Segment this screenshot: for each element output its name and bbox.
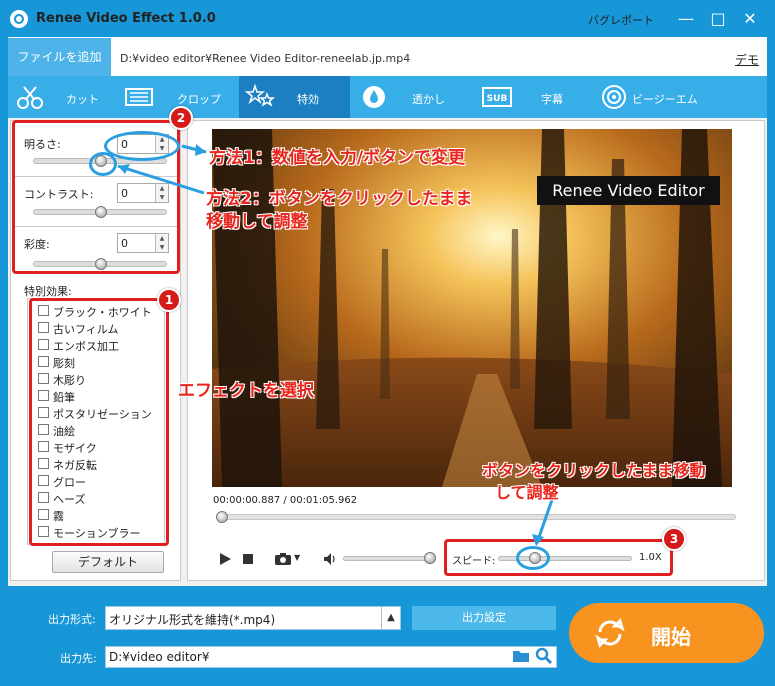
annotation-select-effect: エフェクトを選択 xyxy=(178,381,314,401)
tab-effects-label: 特効 xyxy=(297,93,319,106)
play-icon[interactable] xyxy=(218,552,232,566)
tab-crop-label: クロップ xyxy=(177,93,221,106)
destination-value: D:¥video editor¥ xyxy=(109,650,210,664)
close-button[interactable]: ✕ xyxy=(739,8,761,30)
progress-slider-thumb[interactable] xyxy=(216,511,228,523)
search-icon[interactable] xyxy=(535,647,553,665)
volume-icon[interactable] xyxy=(323,552,337,566)
annotation-speed-line2: して調整 xyxy=(495,483,559,502)
app-logo-icon xyxy=(10,10,28,28)
subtitle-icon: SUB xyxy=(482,87,512,107)
add-file-button[interactable]: ファイルを追加 xyxy=(8,38,111,76)
demo-link[interactable]: デモ xyxy=(735,51,759,68)
volume-slider[interactable] xyxy=(343,556,431,561)
triangle-up-icon[interactable]: ▲ xyxy=(381,607,400,629)
stop-icon[interactable] xyxy=(241,552,255,566)
default-button[interactable]: デフォルト xyxy=(52,551,164,573)
scissors-icon xyxy=(17,86,43,109)
annotation-box-speed xyxy=(444,539,673,576)
app-title: Renee Video Effect 1.0.0 xyxy=(36,11,216,26)
annotation-badge-3: 3 xyxy=(662,527,686,551)
camera-icon[interactable] xyxy=(274,552,292,566)
bug-report-link[interactable]: バグレポート xyxy=(588,12,654,28)
format-value: オリジナル形式を維持(*.mp4) xyxy=(109,613,276,627)
effects-title: 特別効果: xyxy=(24,285,72,298)
stars-icon xyxy=(245,84,276,107)
convert-icon xyxy=(595,618,625,648)
watermark-text: Renee Video Editor xyxy=(537,176,720,205)
tab-subtitle-label: 字幕 xyxy=(541,93,563,106)
drop-icon xyxy=(363,86,385,108)
minimize-button[interactable]: — xyxy=(675,8,697,30)
annotation-box-effects xyxy=(29,298,169,546)
annotation-method2-line1: 方法2：ボタンをクリックしたまま xyxy=(206,189,473,209)
crop-icon xyxy=(125,88,153,106)
time-display: 00:00:00.887 / 00:01:05.962 xyxy=(213,495,358,506)
tab-cut-label: カット xyxy=(66,93,99,106)
folder-icon[interactable] xyxy=(512,648,530,664)
progress-slider[interactable] xyxy=(218,514,736,520)
tab-bgm[interactable]: ビージーエム xyxy=(592,76,704,118)
annotation-badge-2: 2 xyxy=(169,106,193,130)
tab-subtitle[interactable]: SUB 字幕 xyxy=(475,76,592,118)
volume-slider-thumb[interactable] xyxy=(424,552,436,564)
annotation-oval-speed xyxy=(516,546,550,570)
annotation-oval-input xyxy=(104,131,180,161)
svg-text:SUB: SUB xyxy=(487,94,508,104)
annotation-oval-thumb xyxy=(89,152,117,176)
tab-bgm-label: ビージーエム xyxy=(632,93,698,106)
destination-label: 出力先: xyxy=(60,652,97,665)
tab-watermark-label: 透かし xyxy=(412,93,445,106)
start-button-label: 開始 xyxy=(651,625,691,649)
music-icon xyxy=(602,85,626,109)
annotation-method1: 方法1：数値を入力/ボタンで変更 xyxy=(209,148,466,168)
tab-cut[interactable]: カット xyxy=(8,76,117,118)
output-settings-button[interactable]: 出力設定 xyxy=(412,606,556,630)
annotation-method2-line2: 移動して調整 xyxy=(206,212,308,232)
dropdown-arrow-icon[interactable]: ▼ xyxy=(294,553,300,562)
annotation-badge-1: 1 xyxy=(157,288,181,312)
file-path: D:¥video editor¥Renee Video Editor-renee… xyxy=(120,52,411,65)
tab-effects[interactable]: 特効 xyxy=(239,76,350,118)
maximize-button[interactable]: □ xyxy=(707,8,729,30)
tab-watermark[interactable]: 透かし xyxy=(350,76,475,118)
annotation-speed-line1: ボタンをクリックしたまま移動 xyxy=(482,461,706,480)
format-label: 出力形式: xyxy=(48,613,96,626)
